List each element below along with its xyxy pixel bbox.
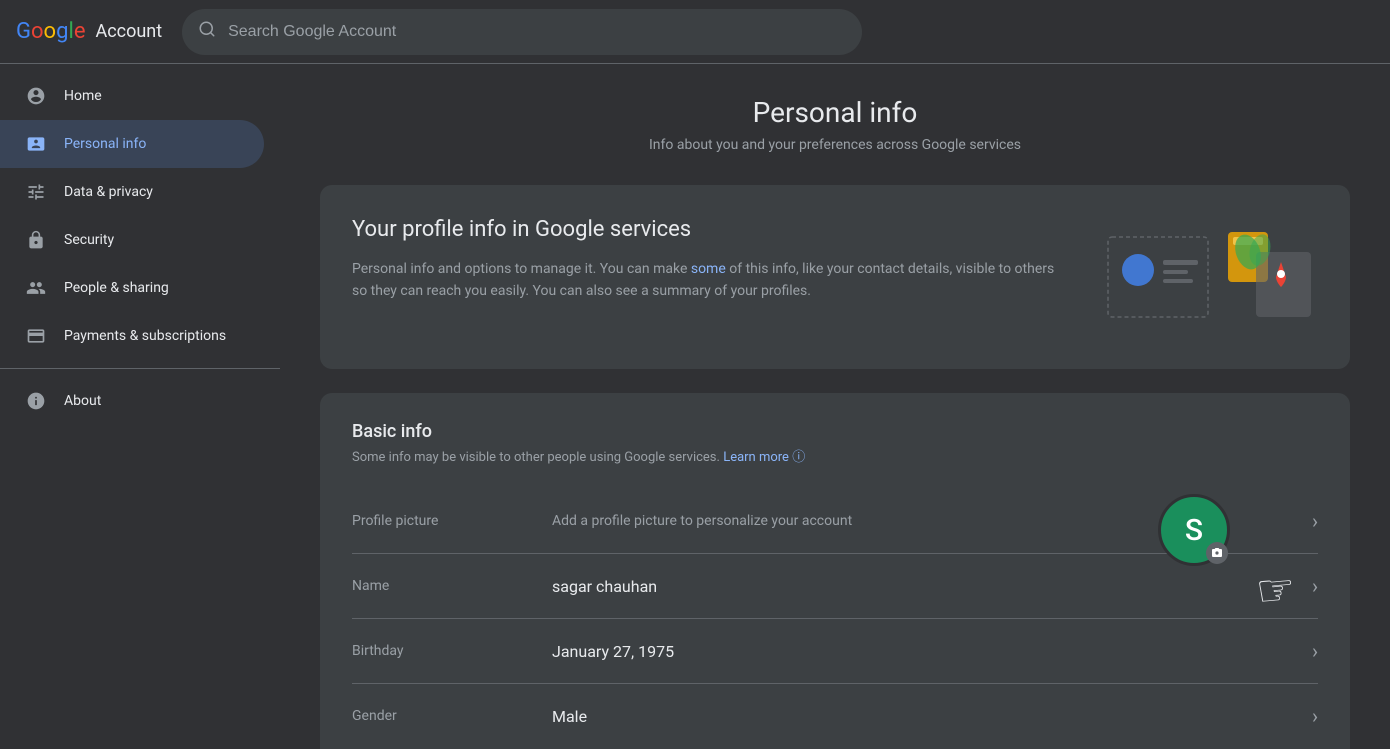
google-logo: Google <box>16 19 85 44</box>
avatar-camera-icon <box>1206 542 1228 564</box>
sidebar-item-security[interactable]: Security <box>0 216 264 264</box>
info-row-birthday[interactable]: Birthday January 27, 1975 › <box>352 619 1318 684</box>
label-birthday: Birthday <box>352 643 552 659</box>
sidebar-item-personal-info[interactable]: Personal info <box>0 120 264 168</box>
header: Google Account <box>0 0 1390 64</box>
sidebar-item-home[interactable]: Home <box>0 72 264 120</box>
basic-info-card: Basic info Some info may be visible to o… <box>320 393 1350 749</box>
logo-g: G <box>16 19 31 44</box>
chevron-gender: › <box>1312 704 1318 728</box>
personal-info-icon <box>24 134 48 154</box>
sidebar-item-people-sharing[interactable]: People & sharing <box>0 264 264 312</box>
highlight-text: some <box>691 261 726 277</box>
search-bar[interactable] <box>182 9 862 55</box>
profile-info-section: Your profile info in Google services Per… <box>320 185 1350 369</box>
sidebar-label-about: About <box>64 393 101 409</box>
profile-info-title: Your profile info in Google services <box>352 217 1058 242</box>
sidebar-item-payments[interactable]: Payments & subscriptions <box>0 312 264 360</box>
search-icon <box>198 20 216 43</box>
learn-more-link[interactable]: Learn more <box>723 450 789 465</box>
search-input[interactable] <box>228 23 846 41</box>
value-birthday: January 27, 1975 <box>552 642 1312 661</box>
body-layout: Home Personal info Data & privacy <box>0 64 1390 749</box>
avatar-container: S <box>1158 494 1230 566</box>
label-profile-picture: Profile picture <box>352 513 552 529</box>
sidebar-label-payments: Payments & subscriptions <box>64 328 226 344</box>
value-gender: Male <box>552 707 1312 726</box>
profile-info-desc: Personal info and options to manage it. … <box>352 258 1058 303</box>
cursor-hand: ☞ <box>1253 562 1297 617</box>
sidebar: Home Personal info Data & privacy <box>0 64 280 749</box>
sidebar-label-home: Home <box>64 88 102 104</box>
page-title: Personal info <box>320 96 1350 129</box>
page-subtitle: Info about you and your preferences acro… <box>320 137 1350 153</box>
avatar-wrap: S <box>1158 494 1230 566</box>
sidebar-label-personal-info: Personal info <box>64 136 146 152</box>
security-icon <box>24 230 48 250</box>
payments-icon <box>24 326 48 346</box>
learn-more-info-icon: ⓘ <box>792 450 805 465</box>
basic-info-title: Basic info <box>352 421 1318 442</box>
about-icon <box>24 391 48 411</box>
sidebar-divider <box>0 368 280 369</box>
avatar-letter: S <box>1185 513 1203 548</box>
main-content: Personal info Info about you and your pr… <box>280 64 1390 749</box>
logo-o1: o <box>31 19 44 44</box>
sidebar-item-data-privacy[interactable]: Data & privacy <box>0 168 264 216</box>
profile-info-text: Your profile info in Google services Per… <box>352 217 1058 303</box>
chevron-profile-picture: › <box>1312 509 1318 533</box>
basic-info-subtitle: Some info may be visible to other people… <box>352 446 1318 465</box>
logo-e: e <box>74 19 86 44</box>
sidebar-label-people-sharing: People & sharing <box>64 280 169 296</box>
sidebar-label-security: Security <box>64 232 114 248</box>
logo-account-text: Account <box>95 21 162 42</box>
chevron-name: › <box>1312 574 1318 598</box>
logo-o2: o <box>44 19 57 44</box>
illustration-svg <box>1098 222 1318 332</box>
logo-g2: g <box>56 19 68 44</box>
info-row-gender[interactable]: Gender Male › <box>352 684 1318 748</box>
label-name: Name <box>352 578 552 594</box>
logo-area: Google Account <box>16 19 162 44</box>
sidebar-label-data-privacy: Data & privacy <box>64 184 153 200</box>
profile-illustration <box>1098 217 1318 337</box>
chevron-birthday: › <box>1312 639 1318 663</box>
label-gender: Gender <box>352 708 552 724</box>
sidebar-item-about[interactable]: About <box>0 377 264 425</box>
home-icon <box>24 86 48 106</box>
data-privacy-icon <box>24 182 48 202</box>
value-name: sagar chauhan <box>552 577 1312 596</box>
people-sharing-icon <box>24 278 48 298</box>
